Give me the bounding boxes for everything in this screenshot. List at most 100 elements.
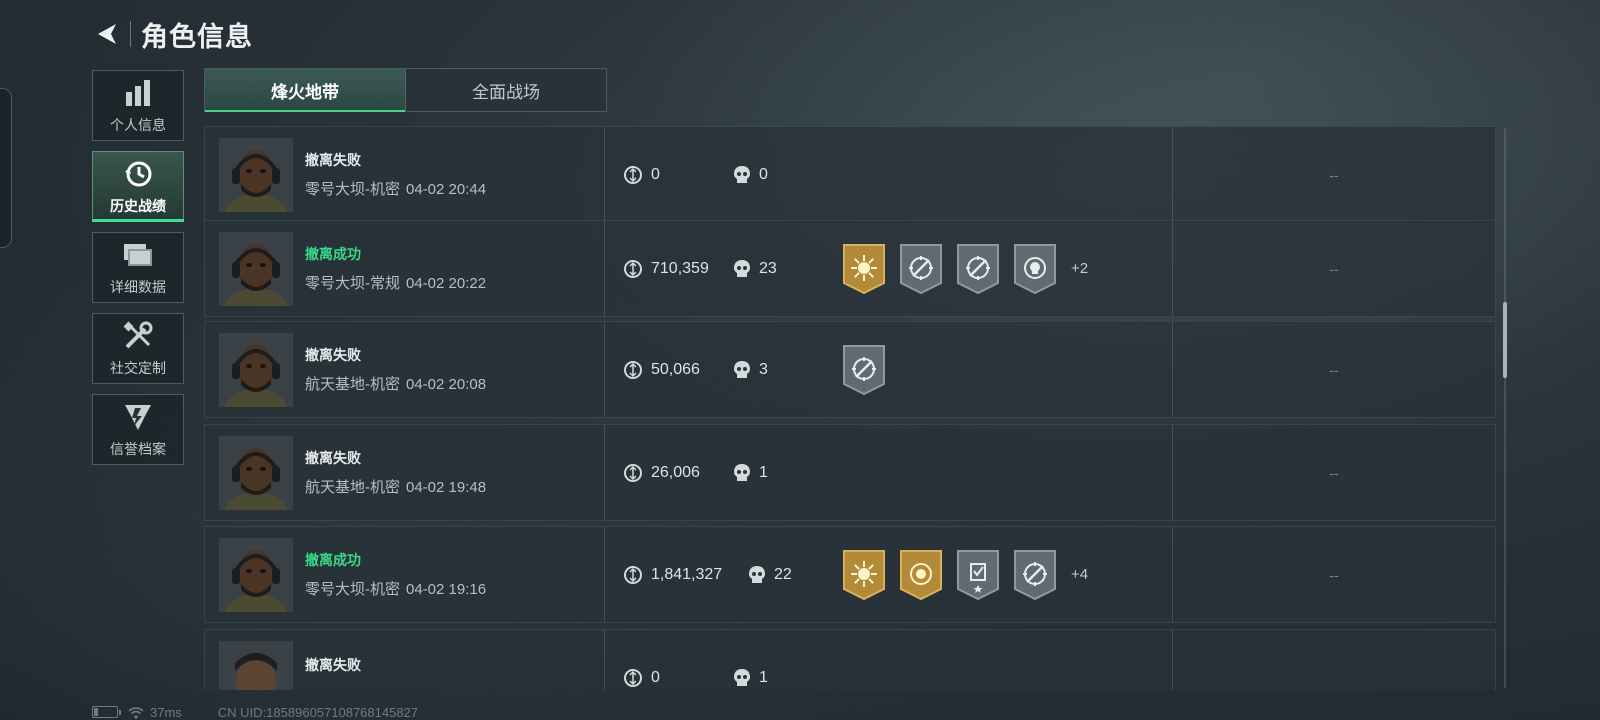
nav-item-reputation[interactable]: 信誉档案 xyxy=(92,394,184,465)
record-stats: 50,066 3 xyxy=(605,322,1173,417)
extracted-value-text: 50,066 xyxy=(651,360,700,378)
back-arrow-icon xyxy=(98,24,116,44)
nav-item-label: 个人信息 xyxy=(110,116,166,133)
nav-item-social-custom[interactable]: 社交定制 xyxy=(92,313,184,384)
skull-kills-icon xyxy=(734,360,750,378)
record-stats: 710,359 23 +2 xyxy=(605,221,1173,316)
match-record-row[interactable]: 撤离失败 航天基地-机密 04-02 20:08 50,066 3 -- xyxy=(204,321,1496,418)
record-summary: 撤离失败 xyxy=(205,630,605,690)
record-meta: 零号大坝-常规 04-02 20:22 xyxy=(305,272,486,293)
kill-count: 22 xyxy=(748,565,792,585)
kill-count: 0 xyxy=(733,165,768,185)
extracted-value-text: 1,841,327 xyxy=(651,565,723,583)
record-info: 撤离成功 零号大坝-机密 04-02 19:16 xyxy=(305,550,486,599)
operator-avatar xyxy=(219,332,293,407)
extraction-result: 撤离失败 xyxy=(305,657,361,673)
kill-count: 3 xyxy=(733,360,768,380)
medal-list xyxy=(841,344,900,396)
match-time: 04-02 19:16 xyxy=(406,581,487,598)
extraction-result: 撤离失败 xyxy=(305,450,361,466)
record-summary: 撤离成功 零号大坝-常规 04-02 20:22 xyxy=(205,221,605,316)
record-stats: 00 xyxy=(605,127,1173,222)
stat-group: 710,359 23 xyxy=(623,259,831,279)
gold-coin-medal-icon[interactable] xyxy=(898,549,944,601)
record-stats: 01 xyxy=(605,630,1173,690)
match-record-list[interactable]: 撤离失败 零号大坝-机密 04-02 20:44 0 0 -- 撤离成功 零号大坝-常规 04-… xyxy=(204,126,1496,690)
status-footer: 37ms CN UID:185896057108768145827 xyxy=(92,704,418,720)
silver-crosshair-medal-icon[interactable] xyxy=(1012,549,1058,601)
stat-group: 01 xyxy=(623,668,831,688)
tab-hazard-zone[interactable]: 烽火地带 xyxy=(205,69,405,112)
silver-crosshair-medal-icon[interactable] xyxy=(955,243,1001,295)
extracted-value: 26,006 xyxy=(623,463,733,483)
stat-group: 1,841,327 22 xyxy=(623,565,831,585)
scrollbar-thumb[interactable] xyxy=(1503,302,1507,378)
silver-checklist-medal-icon[interactable] xyxy=(955,549,1001,601)
nav-item-label: 详细数据 xyxy=(110,278,166,295)
tools-icon xyxy=(122,320,154,352)
scrollbar-track[interactable] xyxy=(1504,128,1506,688)
extracted-value: 0 xyxy=(623,668,733,688)
gold-sun-medal-icon[interactable] xyxy=(841,549,887,601)
extracted-value-text: 0 xyxy=(651,668,660,686)
skull-kills-icon xyxy=(749,565,765,583)
record-extra: -- xyxy=(1329,566,1339,583)
ping-readout: 37ms xyxy=(150,704,182,720)
back-button[interactable] xyxy=(92,19,122,49)
kill-count-text: 1 xyxy=(759,463,768,481)
history-clock-icon xyxy=(122,158,154,190)
gold-sun-medal-icon[interactable] xyxy=(841,243,887,295)
more-medals-count[interactable]: +4 xyxy=(1071,566,1088,583)
record-summary: 撤离成功 零号大坝-机密 04-02 19:16 xyxy=(205,527,605,622)
silver-skull-target-medal-icon[interactable] xyxy=(1012,243,1058,295)
coin-icon xyxy=(624,463,642,482)
medal-list: +4 xyxy=(841,549,1088,601)
operator-avatar xyxy=(219,435,293,510)
nav-item-label: 社交定制 xyxy=(110,359,166,376)
kill-count-text: 0 xyxy=(759,165,768,183)
tab-full-battlefield[interactable]: 全面战场 xyxy=(405,69,606,111)
extraction-result: 撤离失败 xyxy=(305,152,361,168)
match-record-row[interactable]: 撤离成功 零号大坝-常规 04-02 20:22 710,359 23 +2 -- xyxy=(204,220,1496,317)
more-medals-count[interactable]: +2 xyxy=(1071,260,1088,277)
kill-count-text: 22 xyxy=(774,565,792,583)
header-divider xyxy=(130,21,131,47)
extracted-value: 1,841,327 xyxy=(623,565,748,585)
player-uid: CN UID:185896057108768145827 xyxy=(217,704,419,720)
match-time: 04-02 20:44 xyxy=(406,181,487,198)
match-record-row[interactable]: 撤离失败 航天基地-机密 04-02 19:48 26,006 1 -- xyxy=(204,424,1496,521)
record-extra: -- xyxy=(1329,166,1339,183)
record-summary: 撤离失败 航天基地-机密 04-02 20:08 xyxy=(205,322,605,417)
match-record-row[interactable]: 撤离失败 0 1 xyxy=(204,629,1496,690)
mode-tabs: 烽火地带 全面战场 xyxy=(204,68,607,112)
operator-avatar xyxy=(219,231,293,306)
nav-item-detailed-data[interactable]: 详细数据 xyxy=(92,232,184,303)
record-meta: 零号大坝-机密 04-02 20:44 xyxy=(305,178,486,199)
side-navigation: 个人信息 历史战绩 详细数据 社交定制 信誉档案 xyxy=(92,70,184,475)
silver-crosshair-medal-icon[interactable] xyxy=(841,344,887,396)
page-title: 角色信息 xyxy=(141,21,253,52)
match-record-row[interactable]: 撤离失败 零号大坝-机密 04-02 20:44 0 0 -- xyxy=(204,126,1496,223)
record-extra xyxy=(1173,630,1495,690)
skull-kills-icon xyxy=(734,165,750,183)
kill-count-text: 23 xyxy=(759,259,777,277)
silver-crosshair-medal-icon[interactable] xyxy=(898,243,944,295)
match-time: 04-02 20:22 xyxy=(406,275,487,292)
coin-icon xyxy=(624,565,642,584)
operator-avatar xyxy=(219,537,293,612)
extraction-result: 撤离成功 xyxy=(305,552,361,568)
map-name: 航天基地-机密 xyxy=(305,376,400,393)
edge-drawer-handle[interactable] xyxy=(0,88,12,248)
nav-item-match-history[interactable]: 历史战绩 xyxy=(92,151,184,222)
kill-count-text: 3 xyxy=(759,360,768,378)
stat-group: 50,066 3 xyxy=(623,360,831,380)
record-info: 撤离失败 航天基地-机密 04-02 20:08 xyxy=(305,345,486,394)
operator-avatar xyxy=(219,137,293,212)
kill-count: 23 xyxy=(733,259,777,279)
nav-item-personal-info[interactable]: 个人信息 xyxy=(92,70,184,141)
skull-kills-icon xyxy=(734,259,750,277)
match-record-row[interactable]: 撤离成功 零号大坝-机密 04-02 19:16 1,841,327 22 +4 -- xyxy=(204,526,1496,623)
record-summary: 撤离失败零号大坝-机密 04-02 20:44 xyxy=(205,127,605,222)
nav-item-label: 历史战绩 xyxy=(110,197,166,214)
record-meta xyxy=(305,683,361,690)
